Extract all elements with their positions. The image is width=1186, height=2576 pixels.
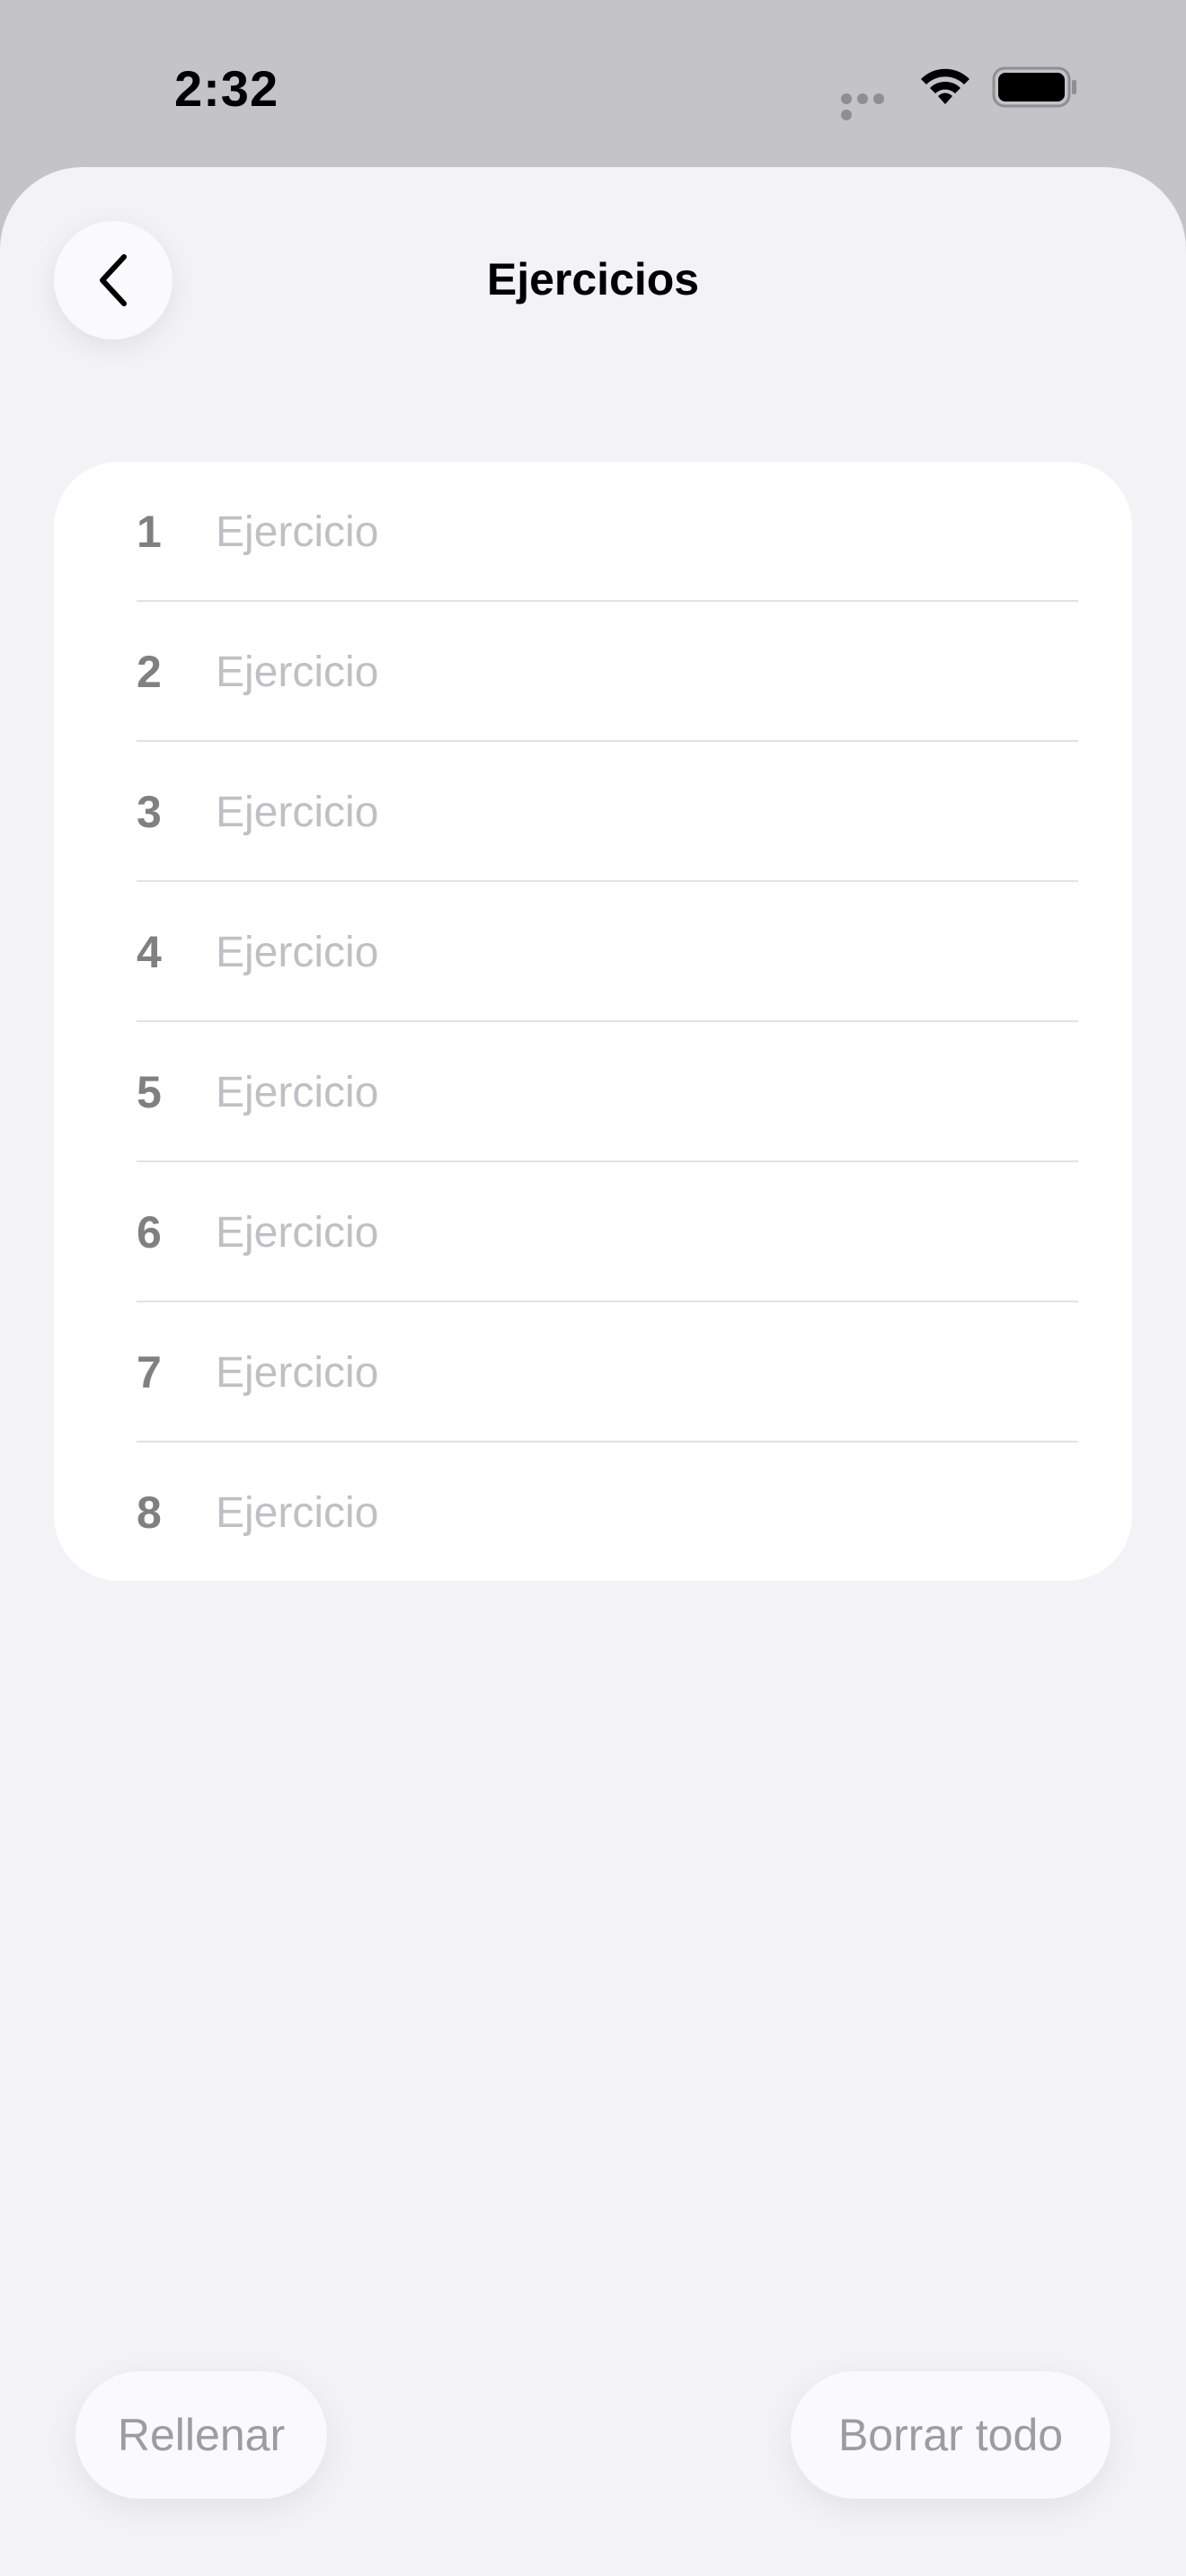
exercise-row: 7 <box>54 1302 1132 1442</box>
exercise-number: 6 <box>137 1207 162 1257</box>
exercise-input[interactable] <box>216 787 1078 837</box>
exercise-number: 4 <box>137 927 162 977</box>
cellular-signal-icon <box>841 93 900 120</box>
exercise-number: 2 <box>137 647 162 697</box>
clear-all-button[interactable]: Borrar todo <box>791 2371 1111 2499</box>
exercise-number: 3 <box>137 787 162 837</box>
exercise-input[interactable] <box>216 1207 1078 1257</box>
exercise-list: 1 2 3 4 5 6 7 <box>54 462 1132 1581</box>
exercise-input[interactable] <box>216 1487 1078 1538</box>
exercise-row: 5 <box>54 1022 1132 1162</box>
exercise-row: 1 <box>54 462 1132 602</box>
exercise-row: 2 <box>54 602 1132 742</box>
exercise-row: 4 <box>54 882 1132 1022</box>
exercises-sheet: Ejercicios 1 2 3 4 5 6 <box>0 167 1186 2576</box>
exercise-input[interactable] <box>216 927 1078 977</box>
exercise-number: 5 <box>137 1067 162 1117</box>
fill-button[interactable]: Rellenar <box>75 2371 327 2499</box>
exercise-row: 8 <box>54 1442 1132 1581</box>
exercise-input[interactable] <box>216 647 1078 697</box>
page-title: Ejercicios <box>486 254 700 304</box>
exercise-number: 8 <box>137 1487 162 1538</box>
battery-icon <box>992 66 1076 108</box>
exercise-input[interactable] <box>216 1347 1078 1398</box>
exercise-row: 3 <box>54 742 1132 882</box>
status-time: 2:32 <box>174 60 279 117</box>
status-bar: 2:32 <box>0 0 1186 167</box>
exercise-row: 6 <box>54 1162 1132 1302</box>
exercise-input[interactable] <box>216 1067 1078 1117</box>
wifi-icon <box>921 68 969 104</box>
exercise-number: 1 <box>137 507 162 557</box>
exercise-input[interactable] <box>216 507 1078 557</box>
exercise-number: 7 <box>137 1347 162 1398</box>
